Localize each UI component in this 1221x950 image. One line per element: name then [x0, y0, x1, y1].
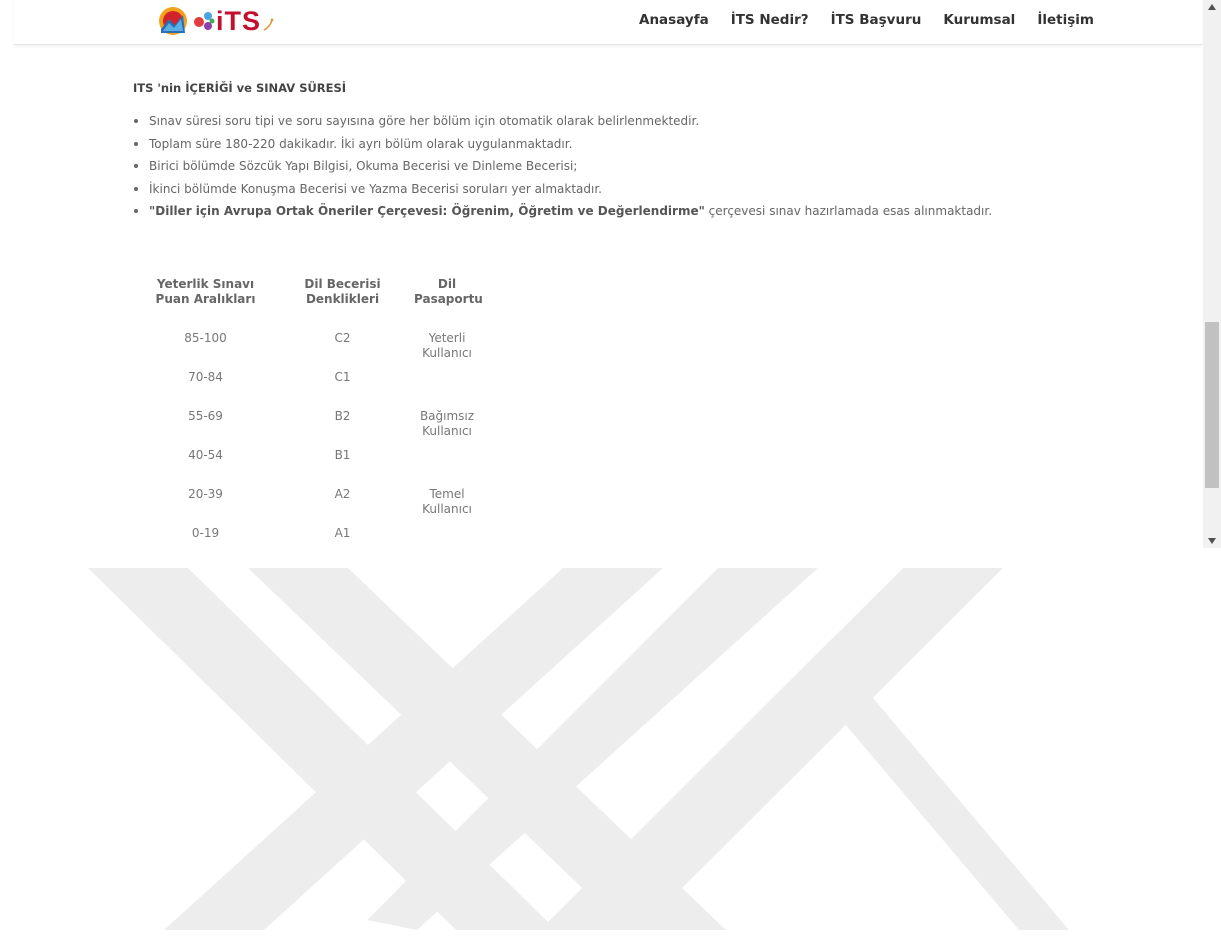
section-title: ITS 'nin İÇERİĞİ ve SINAV SÜRESİ [133, 81, 347, 95]
proficiency-table: Yeterlik Sınavı Puan Aralıkları Dil Bece… [137, 277, 483, 548]
skill-level-cell: B2 [334, 409, 351, 423]
table-header-row: Yeterlik Sınavı Puan Aralıkları Dil Bece… [137, 277, 483, 327]
logo-text: iTS [216, 5, 262, 36]
score-range-cell: 0-19 [191, 526, 220, 540]
skill-level-cell: C2 [334, 331, 351, 345]
skill-level-cell: B1 [334, 448, 351, 462]
score-range-cell: 40-54 [188, 448, 223, 462]
nav-link-iletisim[interactable]: İletişim [1037, 12, 1094, 28]
passport-cell [411, 522, 483, 548]
bullet-item: Sınav süresi soru tipi ve soru sayısına … [133, 110, 1193, 133]
passport-cell [411, 444, 483, 483]
score-range-cell: 55-69 [188, 409, 223, 423]
nav-link-anasayfa[interactable]: Anasayfa [639, 12, 709, 28]
main-nav-menu: Anasayfa İTS Nedir? İTS Başvuru Kurumsal… [628, 0, 1105, 40]
column-header-score-range: Yeterlik Sınavı Puan Aralıkları [155, 277, 256, 306]
passport-cell: Bağımsız Kullanıcı [419, 409, 475, 438]
passport-cell [411, 366, 483, 405]
site-logo[interactable]: iTS [157, 4, 274, 38]
score-range-cell: 20-39 [188, 487, 223, 501]
scroll-up-arrow-icon[interactable] [1203, 0, 1221, 14]
emblem-icon [159, 7, 187, 35]
passport-cell: Temel Kullanıcı [422, 487, 472, 516]
table-row: 55-69 B2 Bağımsız Kullanıcı [137, 405, 483, 444]
nav-link-its-basvuru[interactable]: İTS Başvuru [831, 12, 922, 28]
background-watermark [88, 568, 1069, 930]
framework-description: çerçevesi sınav hazırlamada esas alınmak… [704, 204, 993, 218]
table-row: 40-54 B1 [137, 444, 483, 483]
column-header-skill-level: Dil Becerisi Denklikleri [304, 277, 381, 306]
bullet-item: Birici bölümde Sözcük Yapı Bilgisi, Okum… [133, 155, 1193, 178]
skill-level-cell: C1 [334, 370, 351, 384]
top-navbar: iTS Anasayfa İTS Nedir? İTS Başvuru Kuru… [14, 0, 1202, 45]
info-bullet-list: Sınav süresi soru tipi ve soru sayısına … [133, 110, 1193, 223]
bullet-item-framework: "Diller için Avrupa Ortak Öneriler Çerçe… [133, 200, 1193, 223]
nav-link-kurumsal[interactable]: Kurumsal [943, 12, 1015, 28]
main-content: ITS 'nin İÇERİĞİ ve SINAV SÜRESİ Sınav s… [133, 81, 1193, 223]
bullet-item: Toplam süre 180-220 dakikadır. İki ayrı … [133, 133, 1193, 156]
browser-viewport: iTS Anasayfa İTS Nedir? İTS Başvuru Kuru… [0, 0, 1221, 548]
nav-link-its-nedir[interactable]: İTS Nedir? [731, 12, 809, 28]
vertical-scrollbar[interactable] [1203, 0, 1221, 548]
scroll-down-arrow-icon[interactable] [1203, 534, 1221, 548]
table-row: 70-84 C1 [137, 366, 483, 405]
bullet-item: İkinci bölümde Konuşma Becerisi ve Yazma… [133, 178, 1193, 201]
skill-level-cell: A2 [334, 487, 351, 501]
logo-swoosh-icon [263, 18, 274, 31]
column-header-passport: Dil Pasaportu [414, 277, 483, 306]
colored-dots-icon [194, 12, 215, 30]
score-range-cell: 70-84 [188, 370, 223, 384]
skill-level-cell: A1 [334, 526, 351, 540]
framework-name: "Diller için Avrupa Ortak Öneriler Çerçe… [149, 204, 705, 218]
passport-cell: Yeterli Kullanıcı [422, 331, 472, 360]
table-row: 20-39 A2 Temel Kullanıcı [137, 483, 483, 522]
table-row: 85-100 C2 Yeterli Kullanıcı [137, 327, 483, 366]
table-row: 0-19 A1 [137, 522, 483, 548]
scrollbar-thumb[interactable] [1205, 322, 1219, 488]
score-range-cell: 85-100 [184, 331, 227, 345]
